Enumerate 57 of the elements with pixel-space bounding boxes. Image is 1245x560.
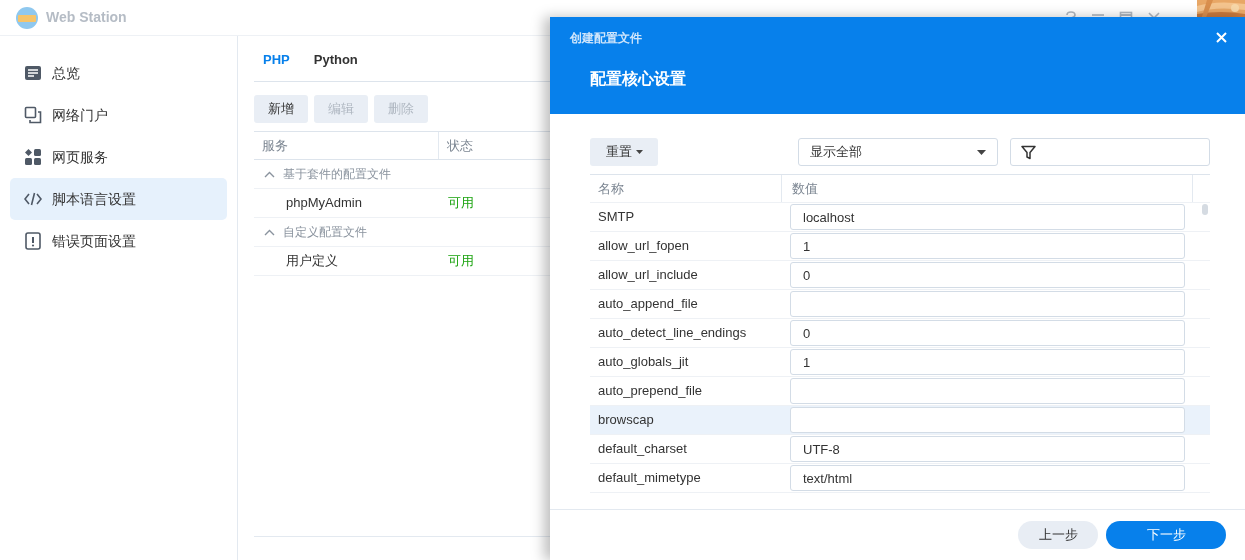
sidebar-item[interactable]: 网络门户 [10,94,227,136]
value-field[interactable]: UTF-8 [790,436,1185,462]
next-button[interactable]: 下一步 [1106,521,1226,549]
setting-name: browscap [597,411,655,430]
sidebar-label: 错误页面设置 [52,231,136,251]
setting-name: auto_prepend_file [597,382,704,401]
table-row[interactable]: default_charset UTF-8 [590,435,1210,464]
value-field[interactable]: localhost [790,204,1185,230]
window-title: Web Station [46,8,127,27]
dialog-heading: 配置核心设置 [590,69,687,89]
value-field[interactable]: 0 [790,320,1185,346]
table-row[interactable]: auto_detect_line_endings 0 [590,319,1210,348]
setting-name: auto_globals_jit [597,353,690,372]
column-header: 服务 [254,132,439,159]
value-field[interactable]: 1 [790,233,1185,259]
table-cell-text: phpMyAdmin [285,194,363,213]
dialog-title: 创建配置文件 [570,30,642,45]
setting-name: allow_url_include [597,266,699,285]
toolbar-button[interactable]: 新增 [254,95,308,123]
tab[interactable]: PHP [263,50,290,81]
setting-name: SMTP [597,208,636,227]
table-row[interactable]: auto_append_file [590,290,1210,319]
sidebar-label: 网络门户 [52,105,108,125]
back-button[interactable]: 上一步 [1018,521,1098,549]
sidebar-label: 总览 [52,63,80,83]
setting-name: default_mimetype [597,469,702,488]
column-header: 名称 [590,175,782,202]
table-row[interactable]: allow_url_include 0 [590,261,1210,290]
value-field[interactable]: 0 [790,262,1185,288]
table-row[interactable]: allow_url_fopen 1 [590,232,1210,261]
value-field[interactable]: 1 [790,349,1185,375]
sidebar-label: 脚本语言设置 [52,189,136,209]
setting-name: auto_detect_line_endings [597,324,748,343]
sidebar-item[interactable]: 总览 [10,52,227,94]
table-row[interactable]: SMTP localhost [590,203,1210,232]
reset-button[interactable]: 重置 [590,138,658,166]
sidebar-label: 网页服务 [52,147,108,167]
setting-name: allow_url_fopen [597,237,691,256]
setting-name: auto_append_file [597,295,699,314]
column-header: 状态 [446,136,473,155]
sidebar-item[interactable]: 错误页面设置 [10,220,227,262]
table-row[interactable]: auto_prepend_file [590,377,1210,406]
table-row[interactable]: auto_globals_jit 1 [590,348,1210,377]
table-row[interactable]: default_mimetype text/html [590,464,1210,493]
filter-dropdown[interactable]: 显示全部 [798,138,998,166]
status-text: 可用 [447,194,474,213]
group-label: 自定义配置文件 [283,224,367,241]
table-row[interactable]: browscap [590,406,1210,435]
status-text: 可用 [447,252,474,271]
setting-name: default_charset [597,440,688,459]
sidebar-item[interactable]: 脚本语言设置 [10,178,227,220]
sidebar-item[interactable]: 网页服务 [10,136,227,178]
table-cell-text: 用户定义 [285,252,339,271]
group-label: 基于套件的配置文件 [283,166,391,183]
column-header: 数值 [782,175,1193,202]
value-field[interactable]: text/html [790,465,1185,491]
tab[interactable]: Python [313,50,358,81]
